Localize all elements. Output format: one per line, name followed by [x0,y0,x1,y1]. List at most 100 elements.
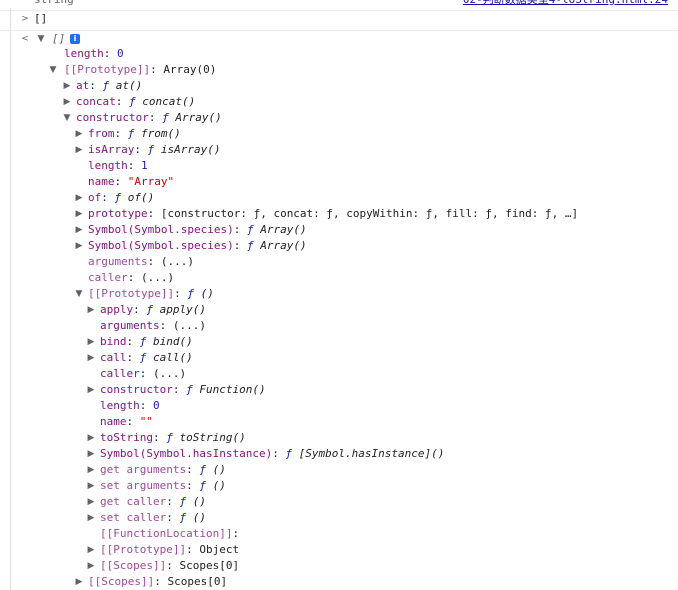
prop-value: Object [199,543,240,556]
prop-row[interactable]: ▶ [[Scopes]]: Scopes[0] [0,558,678,574]
prop-row[interactable]: ▶ prototype: [constructor: ƒ, concat: ƒ,… [0,206,678,222]
source-link[interactable]: 02-判断数据类型4-toString.html:24 [463,0,668,8]
prop-value: Scopes[0] [179,559,240,572]
collapsed-triangle-icon[interactable]: ▶ [86,350,96,366]
prop-value: apply() [159,303,206,316]
prop-key: at [76,79,90,92]
prop-row[interactable]: arguments: (...) [0,318,678,334]
prop-row[interactable]: length: 0 [0,398,678,414]
prop-row[interactable]: ▶ at: ƒ at() [0,78,678,94]
prop-row[interactable]: ▶ Symbol(Symbol.species): ƒ Array() [0,238,678,254]
prop-key: bind [100,335,127,348]
prop-row[interactable]: length: 1 [0,158,678,174]
collapsed-triangle-icon[interactable]: ▶ [86,430,96,446]
prop-row[interactable]: ▼ constructor: ƒ Array() [0,110,678,126]
collapsed-triangle-icon[interactable]: ▶ [86,478,96,494]
prop-row[interactable]: ▶ [[Scopes]]: Scopes[0] [0,574,678,590]
prop-row[interactable]: ▶ concat: ƒ concat() [0,94,678,110]
prop-row[interactable]: ▶ get arguments: ƒ () [0,462,678,478]
prop-value: isArray() [160,143,221,156]
prop-value: toString() [179,431,246,444]
expand-triangle-icon[interactable]: ▼ [36,31,46,47]
prop-row[interactable]: ▼ [[Prototype]]: Array(0) [0,62,678,78]
prop-value: () [192,511,206,524]
prop-value[interactable]: (...) [141,271,174,284]
collapsed-triangle-icon[interactable]: ▶ [86,462,96,478]
collapsed-triangle-icon[interactable]: ▶ [86,382,96,398]
collapsed-triangle-icon[interactable]: ▶ [74,574,84,590]
function-icon: ƒ [187,287,194,300]
prop-row[interactable]: caller: (...) [0,270,678,286]
prop-value[interactable]: (...) [153,367,186,380]
prop-key: name [100,415,127,428]
prop-key: arguments [88,255,148,268]
prop-value: () [200,287,214,300]
prop-row[interactable]: ▶ set arguments: ƒ () [0,478,678,494]
prop-value: from() [141,127,181,140]
prop-row[interactable]: ▶ set caller: ƒ () [0,510,678,526]
collapsed-triangle-icon[interactable]: ▶ [74,238,84,254]
prop-key: [[Scopes]] [100,559,167,572]
prop-row[interactable]: ▶ toString: ƒ toString() [0,430,678,446]
expanded-triangle-icon[interactable]: ▼ [62,110,72,126]
prop-row[interactable]: ▼ [[Prototype]]: ƒ () [0,286,678,302]
prop-row[interactable]: ▶ isArray: ƒ isArray() [0,142,678,158]
log-value[interactable]: [] [34,11,47,27]
prop-key: [[Scopes]] [88,575,155,588]
prop-key: isArray [88,143,135,156]
prop-value: () [192,495,206,508]
prop-value: of() [127,191,155,204]
prop-row[interactable]: name: "" [0,414,678,430]
prop-row[interactable]: name: "Array" [0,174,678,190]
prop-row[interactable]: ▶ call: ƒ call() [0,350,678,366]
collapsed-triangle-icon[interactable]: ▶ [86,558,96,574]
collapsed-triangle-icon[interactable]: ▶ [62,94,72,110]
prop-row[interactable]: ▶ of: ƒ of() [0,190,678,206]
collapsed-triangle-icon[interactable]: ▶ [62,78,72,94]
collapsed-triangle-icon[interactable]: ▶ [86,446,96,462]
collapsed-triangle-icon[interactable]: ▶ [74,190,84,206]
prop-value: Array() [260,223,307,236]
collapsed-triangle-icon[interactable]: ▶ [74,126,84,142]
prop-value: Scopes[0] [167,575,228,588]
expanded-triangle-icon[interactable]: ▼ [48,62,58,78]
prop-key: concat [76,95,116,108]
collapsed-triangle-icon[interactable]: ▶ [86,542,96,558]
prop-row[interactable]: ▶ Symbol(Symbol.species): ƒ Array() [0,222,678,238]
prop-row[interactable]: ▶ bind: ƒ bind() [0,334,678,350]
prop-value[interactable]: (...) [161,255,194,268]
prop-row[interactable]: ▶ get caller: ƒ () [0,494,678,510]
prop-value: () [212,463,226,476]
collapsed-triangle-icon[interactable]: ▶ [74,206,84,222]
collapsed-triangle-icon[interactable]: ▶ [86,494,96,510]
info-icon[interactable]: i [66,31,80,47]
prop-value: "Array" [127,175,175,188]
collapsed-triangle-icon[interactable]: ▶ [86,302,96,318]
prop-row[interactable]: ▶ Symbol(Symbol.hasInstance): ƒ [Symbol.… [0,446,678,462]
log-chevron-icon[interactable]: > [20,11,30,27]
prop-value: Function() [199,383,266,396]
collapsed-triangle-icon[interactable]: ▶ [86,334,96,350]
function-icon: ƒ [246,223,254,236]
result-preview[interactable]: [] [52,31,65,47]
collapsed-triangle-icon[interactable]: ▶ [74,142,84,158]
prop-row[interactable]: caller: (...) [0,366,678,382]
prop-key: [[FunctionLocation]] [100,527,233,540]
prop-key: Symbol(Symbol.hasInstance) [100,447,273,460]
prop-key: arguments [100,319,160,332]
prop-row[interactable]: ▶ from: ƒ from() [0,126,678,142]
prop-key: [[Prototype]] [100,543,187,556]
collapsed-triangle-icon[interactable]: ▶ [86,510,96,526]
prop-value[interactable]: (...) [173,319,206,332]
prop-value: [constructor: ƒ, concat: ƒ, copyWithin: … [160,207,579,220]
function-icon: ƒ [146,303,153,316]
prop-key: [[Prototype]] [88,287,175,300]
prop-row[interactable]: [[FunctionLocation]]: [0,526,678,542]
expanded-triangle-icon[interactable]: ▼ [74,286,84,302]
prop-row[interactable]: ▶ apply: ƒ apply() [0,302,678,318]
collapsed-triangle-icon[interactable]: ▶ [74,222,84,238]
prop-row[interactable]: arguments: (...) [0,254,678,270]
prop-row[interactable]: length: 0 [0,46,678,62]
prop-row[interactable]: ▶ constructor: ƒ Function() [0,382,678,398]
prop-row[interactable]: ▶ [[Prototype]]: Object [0,542,678,558]
